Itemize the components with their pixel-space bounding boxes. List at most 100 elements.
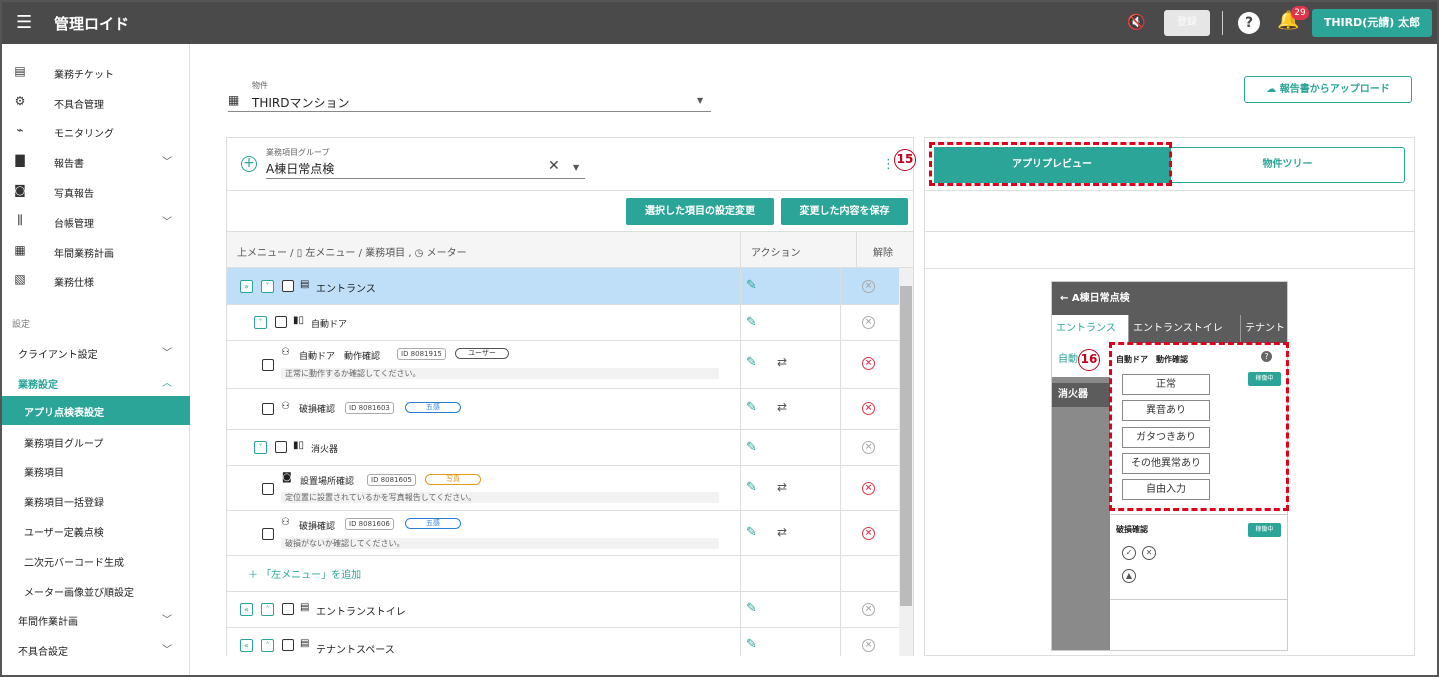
row-checkbox[interactable] xyxy=(275,441,287,453)
hamburger-menu-icon[interactable]: ☰ xyxy=(16,12,32,33)
pencil-icon[interactable]: ✎ xyxy=(746,525,757,540)
table-row[interactable]: ˅ ▮▯ 消火器 ✎ × xyxy=(227,430,899,466)
chevron-down-icon[interactable]: ˅ xyxy=(254,316,267,329)
save-changes-button[interactable]: 変更した内容を保存 xyxy=(781,198,908,225)
sidebar-item-meter-order[interactable]: メーター画像並び順設定 xyxy=(2,576,190,604)
preview-tab[interactable]: エントランストイレ xyxy=(1129,315,1241,343)
pencil-icon[interactable]: ✎ xyxy=(746,637,757,652)
triangle-circle-icon[interactable]: ▲ xyxy=(1122,569,1136,583)
sidebar-item-qr-code[interactable]: 二次元バーコード生成 xyxy=(2,546,190,574)
group-select[interactable]: A棟日常点検 xyxy=(266,160,334,177)
chevron-down-icon[interactable]: ˅ xyxy=(254,441,267,454)
sidebar-item-reports[interactable]: ▇ 報告書 ﹀ xyxy=(2,147,190,175)
preview-header[interactable]: ← A棟日常点検 xyxy=(1052,282,1287,315)
row-checkbox[interactable] xyxy=(275,316,287,328)
user-menu-button[interactable]: THIRD(元請) 太郎 xyxy=(1312,9,1432,37)
table-row[interactable]: ⚇ 破損確認 ID 8081603 五感 ✎ ⇄ × xyxy=(227,389,899,430)
sidebar: ▤ 業務チケット ⚙ 不具合管理 ⌁ モニタリング ▇ 報告書 ﹀ ◙ 写真報告 ⫼ 台帳管理… xyxy=(2,44,190,675)
preview-tab[interactable]: エントランス xyxy=(1052,315,1129,343)
remove-icon[interactable]: × xyxy=(862,603,875,616)
row-checkbox[interactable] xyxy=(262,528,274,540)
sidebar-item-ledger[interactable]: ⫼ 台帳管理 ﹀ xyxy=(2,207,190,235)
tab-property-tree[interactable]: 物件ツリー xyxy=(1170,147,1405,183)
pencil-icon[interactable]: ✎ xyxy=(746,440,757,455)
sidebar-item-defect-settings[interactable]: 不具合設定 ﹀ xyxy=(2,635,190,663)
sidebar-item-app-checklist[interactable]: アプリ点検表設定 xyxy=(2,396,190,425)
remove-icon[interactable]: × xyxy=(862,482,875,495)
remove-icon[interactable]: × xyxy=(862,527,875,540)
sync-disabled-icon[interactable]: ⇄ xyxy=(777,480,787,494)
scrollbar-thumb[interactable] xyxy=(900,286,912,606)
chevron-up-icon[interactable]: ˄ xyxy=(261,603,274,616)
chevron-down-icon: ﹀ xyxy=(162,615,172,626)
table-row[interactable]: « ˄ ▤ エントランストイレ ✎ × xyxy=(227,592,899,628)
preview-side-item[interactable]: 消火器 xyxy=(1052,383,1110,407)
sidebar-item-spec[interactable]: ▧ 業務仕様 xyxy=(2,266,190,294)
pencil-icon[interactable]: ✎ xyxy=(746,480,757,495)
group-label: 業務項目グループ xyxy=(266,148,330,157)
table-row[interactable]: ⚇ 破損確認 ID 8081606 五感 破損がないか確認してください。 ✎ ⇄… xyxy=(227,511,899,556)
row-checkbox[interactable] xyxy=(262,483,274,495)
upload-from-report-button[interactable]: ☁ 報告書からアップロード xyxy=(1244,76,1412,103)
register-button[interactable]: 登録 xyxy=(1164,10,1210,36)
scrollbar[interactable] xyxy=(899,268,913,656)
sidebar-item-business-settings[interactable]: 業務設定 ︿ xyxy=(2,368,190,396)
row-checkbox[interactable] xyxy=(282,280,294,292)
sidebar-item-client-settings[interactable]: クライアント設定 ﹀ xyxy=(2,338,190,366)
double-chevron-icon[interactable]: » xyxy=(240,280,253,293)
column-header-remove: 解除 xyxy=(873,248,893,259)
property-select[interactable]: THIRDマンション xyxy=(252,94,349,111)
pencil-icon[interactable]: ✎ xyxy=(746,400,757,415)
remove-icon[interactable]: × xyxy=(862,357,875,370)
row-checkbox[interactable] xyxy=(282,603,294,615)
pencil-icon[interactable]: ✎ xyxy=(746,315,757,330)
sidebar-item-annual-plan[interactable]: ▦ 年間業務計画 xyxy=(2,237,190,265)
pencil-icon[interactable]: ✎ xyxy=(746,278,757,293)
sidebar-item-item-groups[interactable]: 業務項目グループ xyxy=(2,427,190,455)
add-circle-icon[interactable]: + xyxy=(241,156,257,172)
add-left-menu-link[interactable]: ＋ 「左メニュー」を追加 xyxy=(248,566,361,581)
sidebar-item-annual-work[interactable]: 年間作業計画 ﹀ xyxy=(2,605,190,633)
change-selected-settings-button[interactable]: 選択した項目の設定変更 xyxy=(626,198,774,225)
sidebar-item-user-defined[interactable]: ユーザー定義点検 xyxy=(2,516,190,544)
calendar-icon: ▦ xyxy=(14,243,26,257)
pencil-icon[interactable]: ✎ xyxy=(746,601,757,616)
chevron-down-icon[interactable]: ˅ xyxy=(261,280,274,293)
remove-icon[interactable]: × xyxy=(862,639,875,652)
sync-disabled-icon[interactable]: ⇄ xyxy=(777,400,787,414)
table-row[interactable]: ˅ ▮▯ 自動ドア ✎ × xyxy=(227,305,899,341)
x-circle-icon[interactable]: ✕ xyxy=(1142,546,1156,560)
table-row[interactable]: » ˅ ▤ エントランス ✎ × xyxy=(227,268,899,305)
column-header-action: アクション xyxy=(751,248,801,259)
sidebar-item-photo-report[interactable]: ◙ 写真報告 xyxy=(2,177,190,205)
table-row[interactable]: « ˄ ▤ テナントスペース ✎ × xyxy=(227,628,899,656)
dropdown-arrow-icon[interactable]: ▼ xyxy=(697,96,703,105)
sync-disabled-icon[interactable]: ⇄ xyxy=(777,355,787,369)
row-checkbox[interactable] xyxy=(262,359,274,371)
table-row[interactable]: ◙ 設置場所確認 ID 8081605 写真 定位置に設置されているかを写真報告… xyxy=(227,466,899,511)
table-row[interactable]: ⚇ 自動ドア 動作確認 ID 8081915 ユーザー 正常に動作するか確認して… xyxy=(227,341,899,389)
sync-disabled-icon[interactable]: ⇄ xyxy=(777,525,787,539)
row-checkbox[interactable] xyxy=(282,639,294,651)
sidebar-item-bulk-register[interactable]: 業務項目一括登録 xyxy=(2,486,190,514)
mute-icon[interactable]: 🔇 xyxy=(1127,13,1146,31)
chevron-up-icon[interactable]: ˄ xyxy=(261,639,274,652)
sidebar-item-items[interactable]: 業務項目 xyxy=(2,456,190,484)
remove-icon[interactable]: × xyxy=(862,280,875,293)
pencil-icon[interactable]: ✎ xyxy=(746,355,757,370)
dropdown-arrow-icon[interactable]: ▼ xyxy=(573,163,579,172)
double-chevron-up-icon[interactable]: « xyxy=(240,603,253,616)
remove-icon[interactable]: × xyxy=(862,316,875,329)
check-circle-icon[interactable]: ✓ xyxy=(1122,546,1136,560)
preview-tab[interactable]: テナント xyxy=(1241,315,1287,343)
remove-icon[interactable]: × xyxy=(862,441,875,454)
row-checkbox[interactable] xyxy=(262,403,274,415)
sidebar-item-monitoring[interactable]: ⌁ モニタリング xyxy=(2,117,190,145)
remove-icon[interactable]: × xyxy=(862,402,875,415)
sidebar-item-defects[interactable]: ⚙ 不具合管理 xyxy=(2,88,190,116)
double-chevron-up-icon[interactable]: « xyxy=(240,639,253,652)
add-left-menu-row: ＋ 「左メニュー」を追加 xyxy=(227,556,899,592)
sidebar-item-tickets[interactable]: ▤ 業務チケット xyxy=(2,58,190,86)
help-icon[interactable]: ? xyxy=(1238,12,1260,34)
clear-icon[interactable]: ✕ xyxy=(548,158,560,174)
